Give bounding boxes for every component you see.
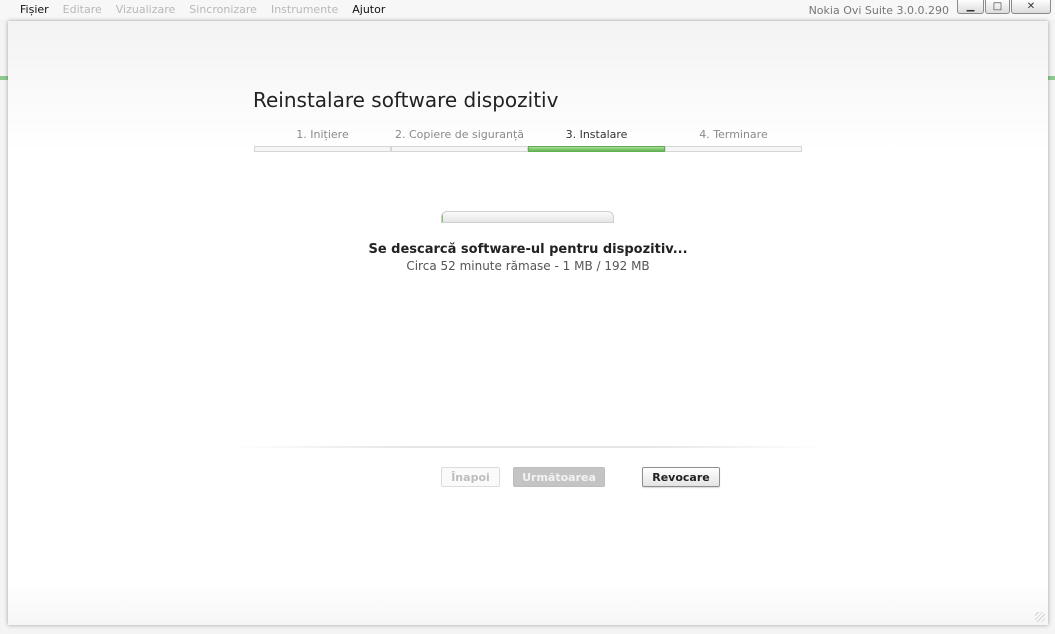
- progress-fill: [442, 212, 443, 222]
- close-button[interactable]: ✕: [1011, 0, 1051, 14]
- app-title: Nokia Ovi Suite 3.0.0.290: [808, 4, 949, 17]
- step-bar: [391, 146, 528, 152]
- next-button[interactable]: Următoarea: [513, 467, 605, 487]
- step-bar: [665, 146, 802, 152]
- status-detail: Circa 52 minute rămase - 1 MB / 192 MB: [406, 259, 650, 273]
- menu-instrumente: Instrumente: [270, 3, 339, 16]
- resize-grip-icon[interactable]: [1035, 612, 1045, 622]
- divider: [228, 446, 828, 448]
- step-bar: [254, 146, 391, 152]
- step-4: 4. Terminare: [665, 127, 802, 153]
- step-3: 3. Instalare: [528, 127, 665, 153]
- title-bar: Fișier Editare Vizualizare Sincronizare …: [0, 0, 1055, 20]
- close-icon: ✕: [1026, 0, 1036, 12]
- step-1: 1. Inițiere: [254, 127, 391, 153]
- cancel-button[interactable]: Revocare: [642, 467, 720, 487]
- step-label: 4. Terminare: [699, 128, 768, 141]
- menu-ajutor[interactable]: Ajutor: [345, 3, 392, 17]
- download-progress-bar: [441, 211, 614, 223]
- menu-sincronizare: Sincronizare: [189, 3, 257, 16]
- window-controls: ▁ □ ✕: [956, 0, 1051, 14]
- step-indicator: 1. Inițiere 2. Copiere de siguranță 3. I…: [254, 127, 802, 153]
- dialog-title: Reinstalare software dispozitiv: [253, 88, 559, 112]
- status-message: Se descarcă software-ul pentru dispoziti…: [368, 242, 688, 257]
- step-2: 2. Copiere de siguranță: [391, 127, 528, 153]
- minimize-button[interactable]: ▁: [957, 0, 984, 14]
- step-label: 1. Inițiere: [296, 128, 349, 141]
- maximize-button[interactable]: □: [985, 0, 1010, 14]
- menu-vizualizare: Vizualizare: [115, 3, 176, 16]
- menu-editare: Editare: [62, 3, 102, 16]
- step-bar-active: [528, 146, 665, 152]
- minimize-icon: ▁: [966, 0, 975, 12]
- step-label: 2. Copiere de siguranță: [394, 128, 525, 141]
- back-button[interactable]: Înapoi: [441, 467, 500, 487]
- step-label: 3. Instalare: [565, 128, 628, 141]
- menu-fisier[interactable]: Fișier: [13, 3, 56, 17]
- maximize-icon: □: [992, 0, 1003, 12]
- menu-bar: Fișier Editare Vizualizare Sincronizare …: [13, 3, 392, 17]
- reinstall-dialog: Reinstalare software dispozitiv 1. Iniți…: [8, 21, 1048, 625]
